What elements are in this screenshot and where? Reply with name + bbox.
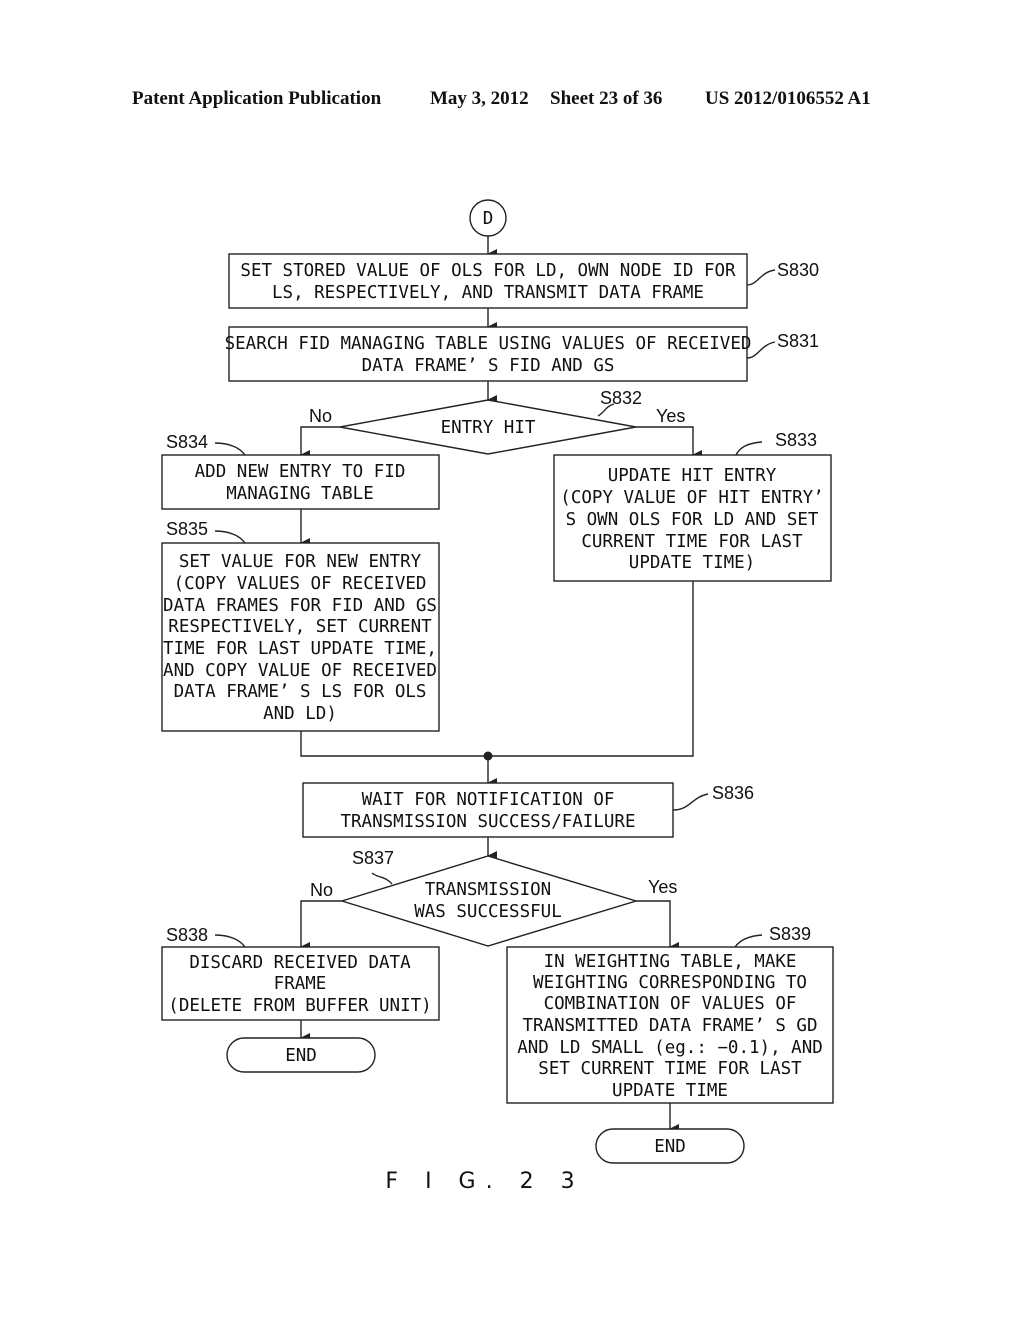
leader-line	[214, 530, 246, 544]
decision-s837: TRANSMISSION WAS SUCCESSFUL S837 No Yes	[310, 848, 677, 947]
step-text: LS, RESPECTIVELY, AND TRANSMIT DATA FRAM…	[272, 283, 704, 303]
figure-label: F I G. 2 3	[385, 1169, 584, 1194]
step-s835: SET VALUE FOR NEW ENTRY (COPY VALUES OF …	[161, 519, 440, 732]
step-text: FRAME	[274, 974, 327, 994]
branch-yes-label: Yes	[656, 406, 685, 426]
step-id: S838	[166, 925, 208, 945]
step-id: S839	[769, 924, 811, 944]
step-text: TRANSMITTED DATA FRAME’ S GD	[522, 1016, 817, 1036]
step-text: DATA FRAME’ S FID AND GS	[362, 356, 615, 376]
step-text: CURRENT TIME FOR LAST	[581, 532, 803, 552]
step-s836: WAIT FOR NOTIFICATION OF TRANSMISSION SU…	[302, 782, 754, 838]
leader-line	[672, 793, 709, 811]
decision-text: WAS SUCCESSFUL	[414, 902, 562, 922]
decision-text: ENTRY HIT	[441, 418, 536, 438]
step-text: S OWN OLS FOR LD AND SET	[566, 510, 819, 530]
flowchart: D SET STORED VALUE OF OLS FOR LD, OWN NO…	[161, 199, 834, 1194]
step-text: AND LD)	[263, 704, 337, 724]
branch-no-label: No	[309, 406, 332, 426]
step-text: (COPY VALUE OF HIT ENTRY’	[560, 488, 823, 508]
end-terminal-right: END	[595, 1128, 745, 1164]
step-text: TIME FOR LAST UPDATE TIME,	[163, 639, 437, 659]
arrow-no	[300, 900, 342, 952]
step-id: S830	[777, 260, 819, 280]
step-id: S833	[775, 430, 817, 450]
step-text: DATA FRAME’ S LS FOR OLS	[174, 682, 427, 702]
step-text: DATA FRAMES FOR FID AND GS	[163, 596, 437, 616]
arrow-yes	[636, 426, 702, 460]
branch-no-label: No	[310, 880, 333, 900]
step-id: S834	[166, 432, 208, 452]
end-terminal-left: END	[226, 1037, 376, 1073]
connector-label: D	[483, 209, 494, 229]
step-text: TRANSMISSION SUCCESS/FAILURE	[340, 812, 635, 832]
step-text: (DELETE FROM BUFFER UNIT)	[168, 996, 431, 1016]
leader-line	[214, 934, 246, 948]
step-s831: SEARCH FID MANAGING TABLE USING VALUES O…	[225, 326, 819, 382]
end-text: END	[285, 1046, 317, 1066]
step-text: SET CURRENT TIME FOR LAST	[538, 1059, 802, 1079]
step-text: AND COPY VALUE OF RECEIVED	[163, 661, 437, 681]
leader-line	[371, 872, 393, 885]
step-text: DISCARD RECEIVED DATA	[189, 953, 411, 973]
connector-d: D	[469, 199, 507, 237]
step-id: S832	[600, 388, 642, 408]
decision-s832: ENTRY HIT S832 No Yes	[309, 388, 685, 455]
decision-text: TRANSMISSION	[425, 880, 551, 900]
step-text: UPDATE TIME)	[629, 553, 755, 573]
leader-line	[734, 934, 763, 948]
step-text: UPDATE TIME	[612, 1081, 728, 1101]
leader-line	[746, 269, 776, 286]
step-id: S835	[166, 519, 208, 539]
step-text: AND LD SMALL (eg.: −0.1), AND	[517, 1038, 823, 1058]
step-text: WEIGHTING CORRESPONDING TO	[533, 973, 807, 993]
step-text: WAIT FOR NOTIFICATION OF	[362, 790, 615, 810]
step-id: S831	[777, 331, 819, 351]
branch-yes-label: Yes	[648, 877, 677, 897]
arrow-yes	[636, 900, 679, 952]
leader-line	[214, 442, 246, 456]
step-s839: IN WEIGHTING TABLE, MAKE WEIGHTING CORRE…	[506, 924, 834, 1104]
leader-line	[735, 441, 763, 456]
step-text: ADD NEW ENTRY TO FID	[195, 462, 406, 482]
step-s830: SET STORED VALUE OF OLS FOR LD, OWN NODE…	[228, 253, 819, 309]
step-text: UPDATE HIT ENTRY	[608, 466, 777, 486]
step-id: S837	[352, 848, 394, 868]
arrow-no	[300, 426, 340, 460]
step-text: IN WEIGHTING TABLE, MAKE	[544, 952, 797, 972]
step-text: MANAGING TABLE	[226, 484, 374, 504]
step-text: SEARCH FID MANAGING TABLE USING VALUES O…	[225, 334, 752, 354]
step-text: SET STORED VALUE OF OLS FOR LD, OWN NODE…	[240, 261, 736, 281]
step-text: SET VALUE FOR NEW ENTRY	[179, 552, 422, 572]
step-text: RESPECTIVELY, SET CURRENT	[168, 617, 432, 637]
step-text: COMBINATION OF VALUES OF	[544, 994, 797, 1014]
end-text: END	[654, 1137, 686, 1157]
step-text: (COPY VALUES OF RECEIVED	[174, 574, 427, 594]
step-id: S836	[712, 783, 754, 803]
